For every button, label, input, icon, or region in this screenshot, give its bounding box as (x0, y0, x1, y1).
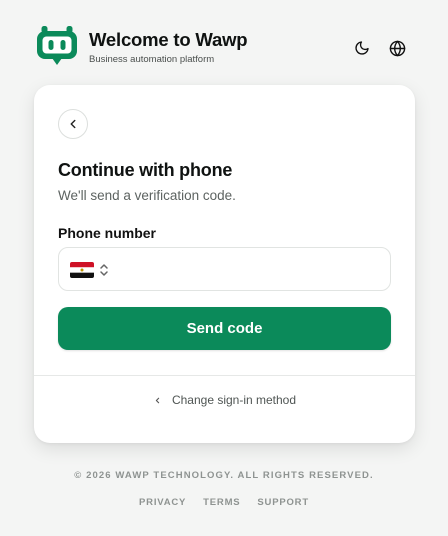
app-header: Welcome to Wawp Business automation plat… (36, 24, 412, 72)
change-signin-method-link[interactable]: Change sign-in method (34, 391, 415, 409)
robot-logo-icon (37, 26, 77, 65)
change-signin-method-label: Change sign-in method (171, 393, 297, 407)
language-button[interactable] (385, 36, 409, 60)
chevron-left-icon (155, 397, 160, 403)
phone-number-field (58, 247, 391, 291)
privacy-link[interactable]: PRIVACY (139, 497, 186, 508)
back-button[interactable] (58, 109, 88, 139)
copyright-text: © 2026 WAWP TECHNOLOGY. ALL RIGHTS RESER… (74, 470, 374, 481)
theme-toggle-button[interactable] (350, 36, 374, 60)
country-code-select[interactable] (70, 260, 109, 280)
footer-links: PRIVACY TERMS SUPPORT (0, 497, 448, 508)
divider (34, 375, 415, 376)
egypt-flag-icon (70, 262, 94, 278)
send-code-button[interactable]: Send code (58, 307, 391, 350)
chevron-left-icon (70, 119, 76, 129)
card-subtitle: We'll send a verification code. (58, 188, 236, 203)
phone-number-label: Phone number (58, 225, 157, 241)
phone-number-input[interactable] (123, 256, 381, 282)
app-title: Welcome to Wawp (89, 29, 248, 50)
card-title: Continue with phone (58, 160, 233, 180)
globe-icon (389, 40, 405, 56)
phone-signin-card: Continue with phone We'll send a verific… (34, 85, 415, 443)
moon-icon (355, 41, 369, 55)
chevrons-up-down-icon (100, 264, 108, 276)
app-subtitle: Business automation platform (89, 54, 215, 65)
terms-link[interactable]: TERMS (203, 497, 240, 508)
support-link[interactable]: SUPPORT (257, 497, 309, 508)
